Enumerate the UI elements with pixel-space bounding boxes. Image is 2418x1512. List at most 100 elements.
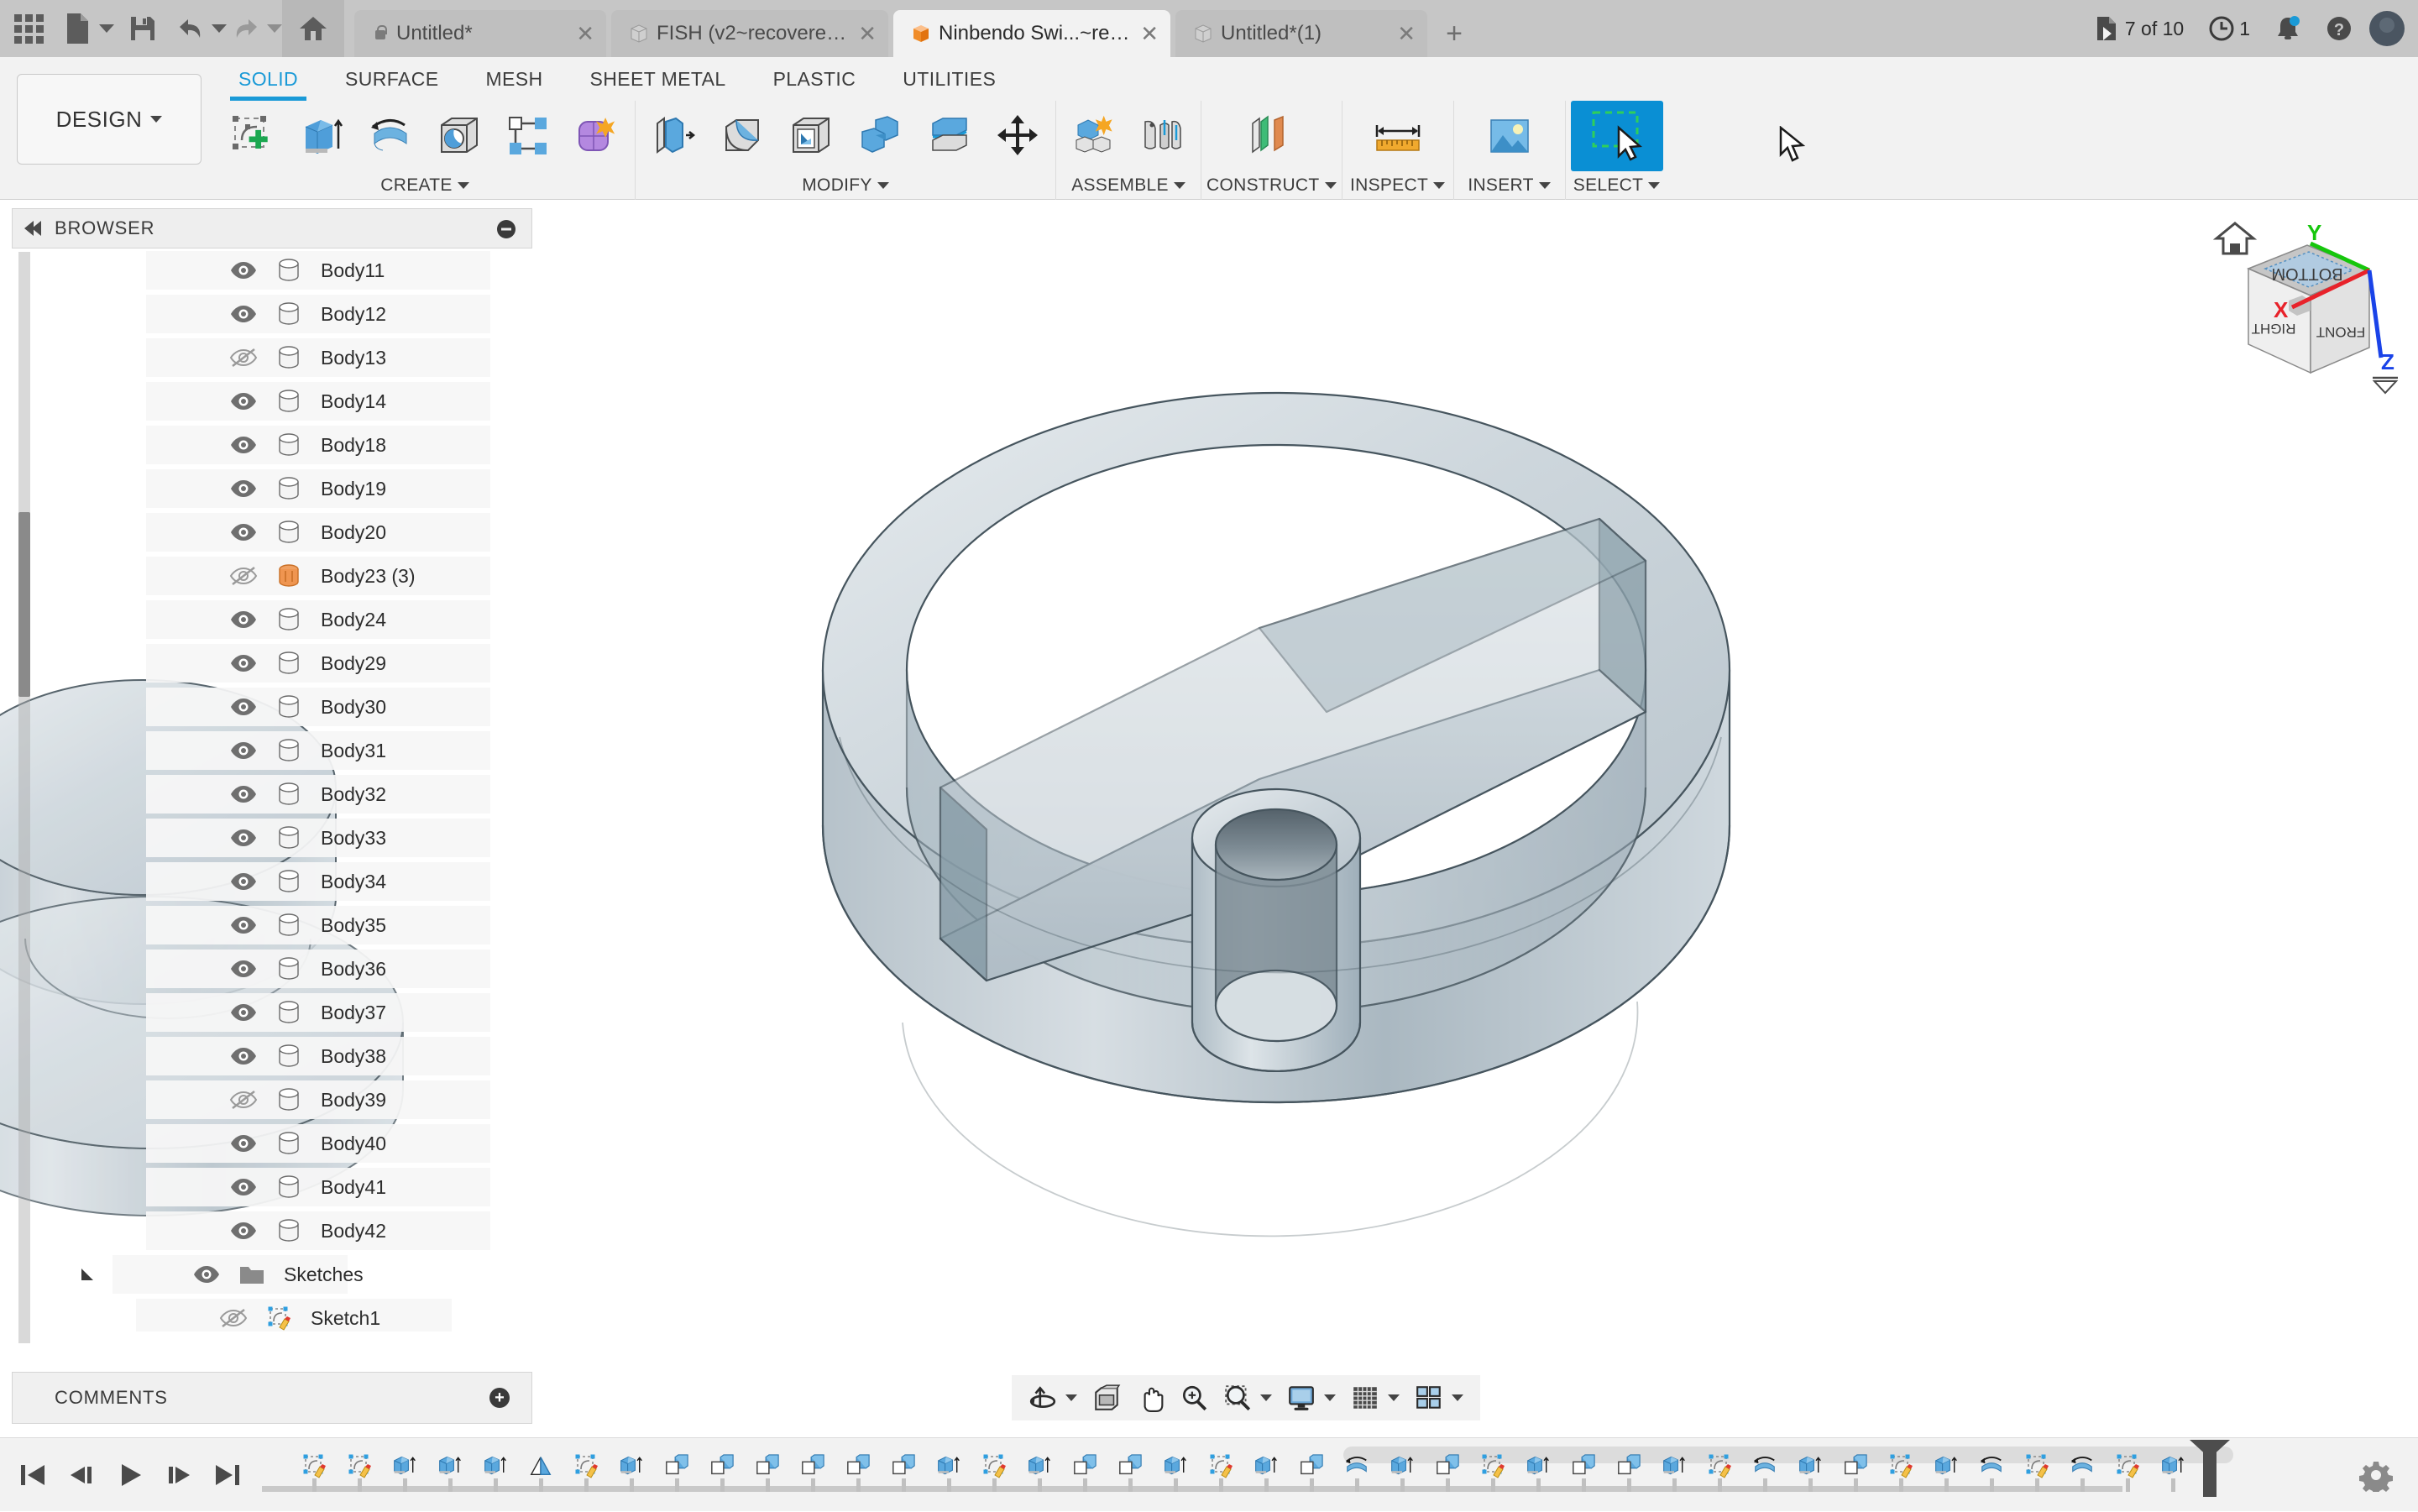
- browser-item-body36[interactable]: Body36: [12, 947, 532, 991]
- eye-visible-icon[interactable]: [222, 871, 265, 892]
- timeline-feature-6[interactable]: [568, 1453, 604, 1492]
- workspace-switcher-button[interactable]: DESIGN: [17, 74, 202, 165]
- create-form-icon[interactable]: [564, 102, 630, 170]
- browser-item-body14[interactable]: Body14: [12, 379, 532, 423]
- eye-visible-icon[interactable]: [222, 304, 265, 324]
- timeline-feature-39[interactable]: [2064, 1453, 2101, 1492]
- timeline-playhead[interactable]: [2203, 1445, 2216, 1497]
- close-icon[interactable]: ✕: [1140, 23, 1159, 44]
- browser-item-body23-3[interactable]: Body23 (3): [12, 554, 532, 598]
- redo-icon[interactable]: [227, 16, 265, 41]
- eye-visible-icon[interactable]: [222, 479, 265, 499]
- new-file-button[interactable]: [57, 0, 114, 57]
- timeline-feature-10[interactable]: [749, 1453, 786, 1492]
- new-component-icon[interactable]: [1061, 102, 1127, 170]
- timeline-feature-2[interactable]: [386, 1453, 423, 1492]
- timeline-settings-icon[interactable]: [2334, 1458, 2418, 1492]
- ribbon-tab-plastic[interactable]: PLASTIC: [750, 57, 880, 101]
- timeline-feature-31[interactable]: [1701, 1453, 1738, 1492]
- display-settings-icon[interactable]: [1280, 1378, 1322, 1418]
- timeline-feature-36[interactable]: [1928, 1453, 1965, 1492]
- insert-image-icon[interactable]: [1459, 102, 1560, 170]
- save-icon[interactable]: [114, 0, 171, 57]
- timeline-feature-22[interactable]: [1293, 1453, 1330, 1492]
- timeline-feature-33[interactable]: [1792, 1453, 1829, 1492]
- viewports-icon[interactable]: [1408, 1378, 1450, 1418]
- document-tab-0[interactable]: Untitled* ✕: [354, 10, 606, 57]
- grid-snaps-dropdown-caret[interactable]: [1388, 1394, 1400, 1401]
- new-document-tab-button[interactable]: +: [1432, 10, 1476, 57]
- timeline-feature-29[interactable]: [1610, 1453, 1647, 1492]
- timeline-feature-14[interactable]: [930, 1453, 967, 1492]
- timeline-feature-38[interactable]: [2018, 1453, 2055, 1492]
- browser-item-sketches[interactable]: Sketches: [12, 1253, 532, 1296]
- eye-visible-icon[interactable]: [222, 653, 265, 673]
- eye-visible-icon[interactable]: [222, 784, 265, 804]
- timeline-feature-30[interactable]: [1656, 1453, 1693, 1492]
- redo-button[interactable]: [227, 0, 282, 57]
- undo-icon[interactable]: [171, 16, 210, 41]
- combine-icon[interactable]: [847, 102, 913, 170]
- browser-item-body40[interactable]: Body40: [12, 1122, 532, 1165]
- browser-item-body41[interactable]: Body41: [12, 1165, 532, 1209]
- comments-panel[interactable]: COMMENTS +: [12, 1372, 532, 1424]
- close-icon[interactable]: ✕: [576, 23, 594, 44]
- timeline-feature-23[interactable]: [1338, 1453, 1375, 1492]
- joint-icon[interactable]: [1130, 102, 1196, 170]
- document-tab-2[interactable]: Ninbendo Swi...~recovered)* ✕: [893, 10, 1170, 57]
- timeline-feature-34[interactable]: [1837, 1453, 1874, 1492]
- recent-button[interactable]: 1: [2201, 16, 2258, 41]
- ribbon-panel-select-label[interactable]: SELECT: [1573, 171, 1661, 200]
- timeline-feature-0[interactable]: [296, 1453, 332, 1492]
- timeline-feature-8[interactable]: [658, 1453, 695, 1492]
- browser-item-body33[interactable]: Body33: [12, 816, 532, 860]
- home-icon[interactable]: [282, 0, 344, 57]
- ribbon-tab-mesh[interactable]: MESH: [462, 57, 566, 101]
- new-file-dropdown-caret[interactable]: [99, 24, 114, 33]
- undo-dropdown-caret[interactable]: [212, 24, 227, 33]
- notifications-button[interactable]: [2267, 15, 2309, 42]
- eye-visible-icon[interactable]: [185, 1264, 228, 1284]
- split-body-icon[interactable]: [916, 102, 981, 170]
- ribbon-panel-assemble-label[interactable]: ASSEMBLE: [1071, 171, 1185, 200]
- job-status-button[interactable]: 7 of 10: [2086, 15, 2192, 42]
- ribbon-panel-inspect-label[interactable]: INSPECT: [1350, 171, 1445, 200]
- eye-visible-icon[interactable]: [222, 1002, 265, 1023]
- move-copy-icon[interactable]: [985, 102, 1050, 170]
- eye-visible-icon[interactable]: [222, 697, 265, 717]
- timeline-feature-37[interactable]: [1973, 1453, 2010, 1492]
- browser-item-body20[interactable]: Body20: [12, 510, 532, 554]
- eye-hidden-icon[interactable]: [212, 1308, 255, 1328]
- eye-visible-icon[interactable]: [222, 1221, 265, 1241]
- pattern-icon[interactable]: [495, 102, 561, 170]
- ribbon-tab-sheet-metal[interactable]: SHEET METAL: [567, 57, 750, 101]
- zoom-window-icon[interactable]: [1217, 1378, 1259, 1418]
- view-cube[interactable]: BOTTOM RIGHT FRONT Y X Z: [2183, 208, 2401, 401]
- revolve-icon[interactable]: [358, 102, 423, 170]
- timeline-feature-5[interactable]: [522, 1453, 559, 1492]
- eye-hidden-icon[interactable]: [222, 348, 265, 368]
- create-sketch-icon[interactable]: [220, 102, 285, 170]
- timeline-feature-28[interactable]: [1565, 1453, 1602, 1492]
- browser-item-body31[interactable]: Body31: [12, 729, 532, 772]
- timeline-feature-13[interactable]: [885, 1453, 922, 1492]
- browser-item-body24[interactable]: Body24: [12, 598, 532, 641]
- timeline-feature-16[interactable]: [1021, 1453, 1058, 1492]
- browser-item-body12[interactable]: Body12: [12, 292, 532, 336]
- offset-plane-icon[interactable]: [1225, 102, 1317, 170]
- close-icon[interactable]: ✕: [858, 23, 877, 44]
- timeline-feature-40[interactable]: [2109, 1453, 2146, 1492]
- browser-item-body19[interactable]: Body19: [12, 467, 532, 510]
- timeline-strip[interactable]: [262, 1438, 2334, 1512]
- step-back-icon[interactable]: [67, 1460, 96, 1490]
- help-button[interactable]: ?: [2317, 15, 2361, 42]
- timeline-feature-12[interactable]: [840, 1453, 877, 1492]
- eye-visible-icon[interactable]: [222, 260, 265, 280]
- timeline-feature-18[interactable]: [1112, 1453, 1149, 1492]
- eye-visible-icon[interactable]: [222, 1133, 265, 1154]
- browser-item-body39[interactable]: Body39: [12, 1078, 532, 1122]
- look-at-icon[interactable]: [1086, 1378, 1128, 1418]
- viewports-dropdown-caret[interactable]: [1452, 1394, 1463, 1401]
- display-settings-dropdown-caret[interactable]: [1324, 1394, 1336, 1401]
- timeline-feature-32[interactable]: [1746, 1453, 1783, 1492]
